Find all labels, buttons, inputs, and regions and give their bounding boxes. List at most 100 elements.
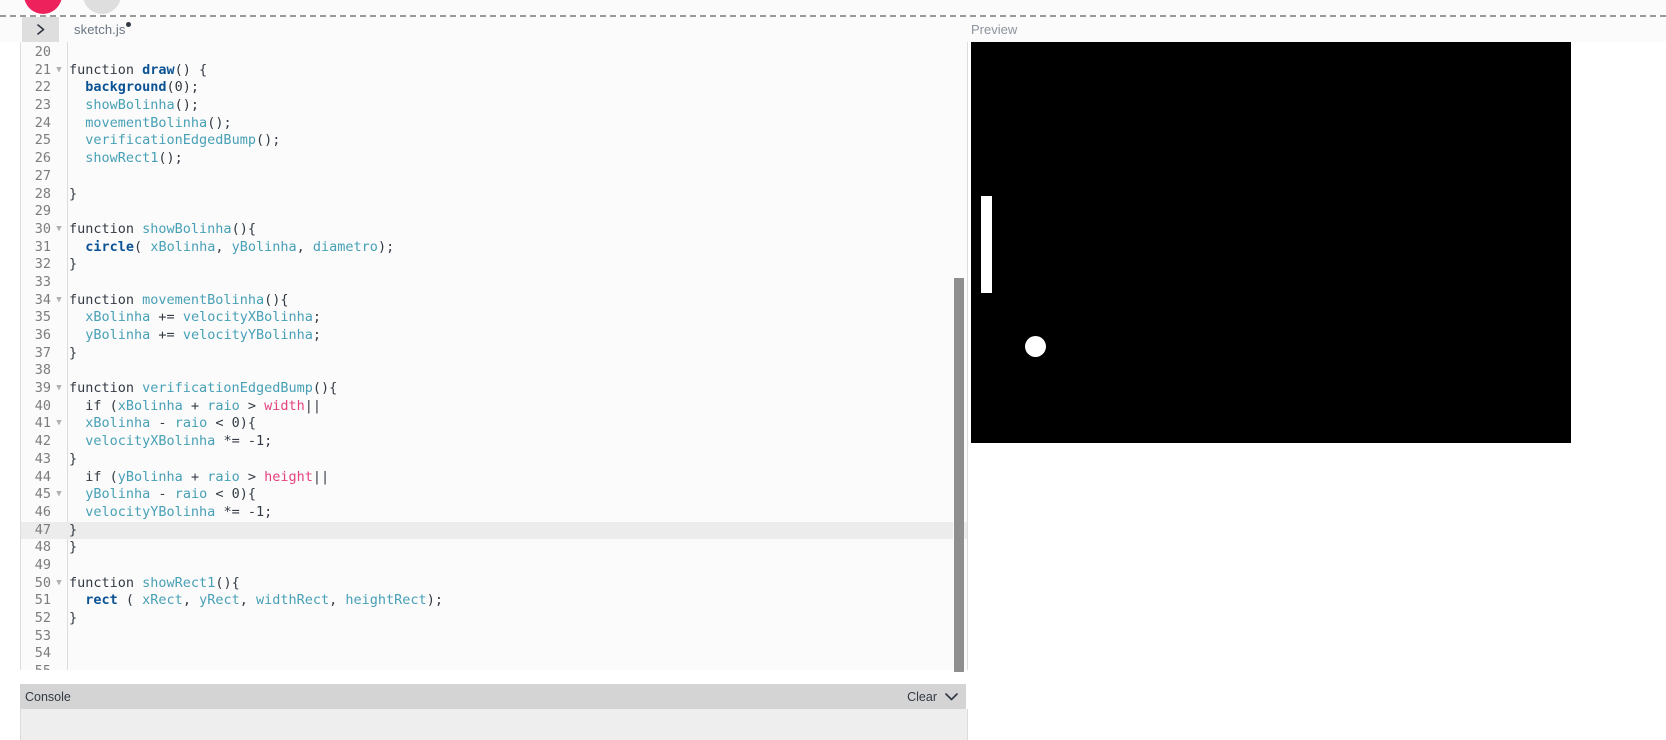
line-number: 23 [34, 97, 51, 114]
code-line-text: showRect1(); [85, 150, 183, 167]
code-line[interactable]: 34 ▼ function movementBolinha(){ [21, 292, 967, 310]
code-fold-triangle-icon[interactable]: ▼ [54, 380, 64, 398]
console-header[interactable]: Console Clear [20, 684, 966, 709]
line-number: 42 [34, 433, 51, 450]
code-line[interactable]: 29 [21, 203, 967, 221]
code-line[interactable]: 20 [21, 44, 967, 62]
code-line[interactable]: 24 movementBolinha(); [21, 115, 967, 133]
code-fold-triangle-icon[interactable]: ▼ [54, 575, 64, 593]
line-number: 39 [34, 380, 51, 397]
code-line[interactable]: 55 [21, 663, 967, 670]
code-line[interactable]: 37} [21, 345, 967, 363]
code-line-text: } [69, 450, 78, 467]
chevron-down-icon[interactable] [944, 691, 959, 702]
code-fold-triangle-icon[interactable]: ▼ [54, 415, 64, 433]
code-line[interactable]: 25 verificationEdgedBump(); [21, 132, 967, 150]
code-fold-triangle-icon[interactable]: ▼ [54, 292, 64, 310]
code-line[interactable]: 45 ▼ yBolinha - raio < 0){ [21, 486, 967, 504]
sidebar-toggle-button[interactable] [22, 17, 59, 42]
line-number: 53 [34, 627, 51, 644]
code-line[interactable]: 44 if (yBolinha + raio > height|| [21, 469, 967, 487]
line-number: 34 [34, 291, 51, 308]
line-number: 32 [34, 256, 51, 273]
code-line-text: velocityXBolinha *= -1; [85, 433, 273, 450]
line-number: 29 [34, 203, 51, 220]
line-number: 47 [34, 521, 51, 538]
code-line-text: xBolinha - raio < 0){ [85, 415, 256, 432]
line-number: 35 [34, 309, 51, 326]
code-line[interactable]: 26 showRect1(); [21, 150, 967, 168]
code-line[interactable]: 27 [21, 168, 967, 186]
code-line[interactable]: 22 background(0); [21, 79, 967, 97]
code-line-text: } [69, 185, 78, 202]
code-line[interactable]: 31 circle( xBolinha, yBolinha, diametro)… [21, 239, 967, 257]
console-title: Console [25, 689, 71, 704]
code-line[interactable]: 49 [21, 557, 967, 575]
line-number: 36 [34, 327, 51, 343]
tab-sketch-js[interactable]: sketch.js [74, 17, 132, 42]
code-line-text: yBolinha - raio < 0){ [85, 486, 256, 503]
line-number: 21 [34, 61, 51, 78]
code-line[interactable]: 35 xBolinha += velocityXBolinha; [21, 309, 967, 327]
code-line[interactable]: 38 [21, 362, 967, 380]
code-line[interactable]: 23 showBolinha(); [21, 97, 967, 115]
code-line[interactable]: 50 ▼ function showRect1(){ [21, 575, 967, 593]
line-number: 24 [34, 114, 51, 131]
code-line[interactable]: 21 ▼ function draw() { [21, 62, 967, 80]
code-editor[interactable]: 20 21 ▼ function draw() {22 background(0); 2… [20, 42, 968, 670]
code-line[interactable]: 52} [21, 610, 967, 628]
console-clear-button[interactable]: Clear [907, 690, 937, 704]
code-line[interactable]: 39 ▼ function verificationEdgedBump(){ [21, 380, 967, 398]
line-number: 41 [34, 415, 51, 432]
editor-scrollbar-thumb[interactable] [954, 278, 964, 672]
code-line-text: verificationEdgedBump(); [85, 132, 281, 149]
code-line-text: } [69, 521, 78, 538]
line-number: 27 [34, 167, 51, 184]
line-number: 48 [34, 539, 51, 556]
line-number: 43 [34, 450, 51, 467]
line-number: 51 [34, 592, 51, 609]
sketch-canvas[interactable] [971, 42, 1571, 443]
code-line-text: } [69, 256, 78, 273]
preview-panel-label: Preview [971, 22, 1018, 37]
code-line-text: rect ( xRect, yRect, widthRect, heightRe… [85, 592, 443, 609]
code-line-text: xBolinha += velocityXBolinha; [85, 309, 321, 326]
code-line-text: function showBolinha(){ [69, 220, 256, 237]
code-line-text: } [69, 344, 78, 361]
code-fold-triangle-icon[interactable]: ▼ [54, 486, 64, 504]
code-line[interactable]: 48} [21, 539, 967, 557]
line-number: 50 [34, 574, 51, 591]
code-line[interactable]: 53 [21, 628, 967, 646]
code-line-text: function movementBolinha(){ [69, 291, 289, 308]
code-line[interactable]: 32} [21, 256, 967, 274]
code-line-text: circle( xBolinha, yBolinha, diametro); [85, 238, 395, 255]
code-line-text: if (yBolinha + raio > height|| [69, 468, 330, 485]
code-line[interactable]: 30 ▼ function showBolinha(){ [21, 221, 967, 239]
code-line[interactable]: 41 ▼ xBolinha - raio < 0){ [21, 415, 967, 433]
console-output [20, 709, 968, 740]
code-line-text: if (xBolinha + raio > width|| [69, 397, 322, 414]
line-number: 45 [34, 486, 51, 503]
sketch-circle [1024, 335, 1046, 357]
line-number: 26 [34, 150, 51, 167]
line-number: 38 [34, 362, 51, 379]
code-fold-triangle-icon[interactable]: ▼ [54, 221, 64, 239]
line-number: 31 [34, 238, 51, 255]
code-line[interactable]: 46 velocityYBolinha *= -1; [21, 504, 967, 522]
code-fold-triangle-icon[interactable]: ▼ [54, 62, 64, 80]
line-number: 52 [34, 610, 51, 626]
code-line-text: function draw() { [69, 61, 208, 78]
code-line[interactable]: 43} [21, 451, 967, 469]
line-number: 25 [34, 132, 51, 149]
code-line[interactable]: 28} [21, 186, 967, 204]
code-line[interactable]: 51 rect ( xRect, yRect, widthRect, heigh… [21, 592, 967, 610]
code-line[interactable]: 33 [21, 274, 967, 292]
code-line[interactable]: 40 if (xBolinha + raio > width|| [21, 398, 967, 416]
code-line-text: } [69, 539, 78, 556]
code-line[interactable]: 36 yBolinha += velocityYBolinha; [21, 327, 967, 345]
line-number: 33 [34, 273, 51, 290]
code-line[interactable]: 42 velocityXBolinha *= -1; [21, 433, 967, 451]
secondary-dot-icon [83, 0, 121, 14]
code-line[interactable]: 47} [21, 521, 967, 540]
code-line[interactable]: 54 [21, 645, 967, 663]
